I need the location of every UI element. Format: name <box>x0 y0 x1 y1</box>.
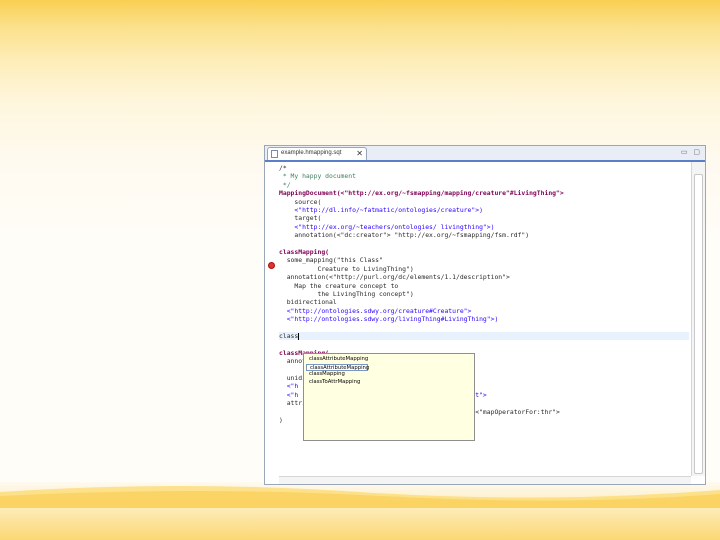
code-line-text: bidirectional <box>279 298 337 307</box>
code-line[interactable]: * My happy document <box>279 172 689 180</box>
scrollbar-thumb[interactable] <box>694 174 703 474</box>
code-line-text: * My happy document <box>279 172 356 181</box>
code-line-text: ) <box>279 416 283 424</box>
code-line-text: Map the creature concept to <box>279 281 399 290</box>
autocomplete-item[interactable]: classToAttrMapping <box>306 379 368 387</box>
window-controls[interactable]: ▭ ▢ <box>681 148 702 156</box>
file-icon <box>271 150 278 158</box>
vertical-scrollbar[interactable] <box>691 162 705 476</box>
autocomplete-item[interactable]: classAttributeMapping <box>306 356 368 364</box>
autocomplete-list: classAttributeMapping classAttributeMappi… <box>306 356 369 387</box>
code-line[interactable]: Creature to LivingThing") <box>279 265 689 273</box>
code-line[interactable]: <"http://ontologies.sdwy.org/creature#Cr… <box>279 307 689 315</box>
code-line-text: some_mapping("this Class" <box>279 256 383 265</box>
code-line-text: */ <box>279 180 291 189</box>
horizontal-scrollbar[interactable] <box>279 476 691 484</box>
code-line[interactable]: some_mapping("this Class" <box>279 256 689 264</box>
code-line[interactable]: Map the creature concept to <box>279 282 689 290</box>
code-line-text: Creature to LivingThing") <box>279 264 414 273</box>
code-line[interactable]: target( <box>279 214 689 222</box>
code-line-text: <"http://ontologies.sdwy.org/livingThing… <box>279 315 499 324</box>
code-line-text: /* <box>279 164 287 172</box>
editor-tab-bar: example.hmapping.sqt ✕ ▭ ▢ <box>265 146 705 162</box>
code-line[interactable]: <"http://dl.info/~fatmatic/ontologies/cr… <box>279 206 689 214</box>
autocomplete-item[interactable]: classMapping <box>306 371 368 379</box>
code-line-text: target( <box>279 214 322 223</box>
code-line[interactable]: MappingDocument(<"http://ex.org/~fsmappi… <box>279 189 689 197</box>
code-line[interactable]: class <box>279 332 689 340</box>
code-line[interactable]: */ <box>279 181 689 189</box>
tab-example-mapping[interactable]: example.hmapping.sqt ✕ <box>267 147 367 160</box>
code-line-text: <"http://dl.info/~fatmatic/ontologies/cr… <box>279 206 483 214</box>
tab-label: example.hmapping.sqt <box>281 150 342 156</box>
editor-gutter <box>265 162 279 484</box>
code-line[interactable]: bidirectional <box>279 298 689 306</box>
code-line[interactable]: classMapping( <box>279 248 689 256</box>
code-line[interactable]: source( <box>279 198 689 206</box>
code-line-text: annotation(<"http://purl.org/dc/elements… <box>279 273 510 282</box>
code-line[interactable] <box>279 240 689 248</box>
autocomplete-item[interactable]: classAttributeMapping <box>306 363 369 371</box>
code-line-text: <"http://ontologies.sdwy.org/creature#Cr… <box>279 306 472 315</box>
code-line-text: class <box>279 332 299 340</box>
code-line[interactable]: /* <box>279 164 689 172</box>
code-line-text: the LivingThing concept") <box>279 290 414 298</box>
code-line-text: <"http://ex.org/~teachers/ontologies/ li… <box>279 222 495 231</box>
text-caret <box>298 332 300 340</box>
code-line-text: annotation(<"dc:creator"> "http://ex.org… <box>279 231 530 240</box>
code-line[interactable] <box>279 324 689 332</box>
error-icon[interactable] <box>268 262 275 269</box>
code-line-text: classMapping( <box>279 248 330 256</box>
code-line[interactable]: the LivingThing concept") <box>279 290 689 298</box>
autocomplete-popup: classAttributeMapping classAttributeMappi… <box>303 353 475 441</box>
code-line[interactable]: <"http://ex.org/~teachers/ontologies/ li… <box>279 223 689 231</box>
code-line[interactable] <box>279 340 689 348</box>
code-line[interactable]: annotation(<"http://purl.org/dc/elements… <box>279 273 689 281</box>
code-line[interactable]: <"http://ontologies.sdwy.org/livingThing… <box>279 315 689 323</box>
code-line-text: MappingDocument(<"http://ex.org/~fsmappi… <box>279 189 564 198</box>
code-line[interactable]: annotation(<"dc:creator"> "http://ex.org… <box>279 231 689 239</box>
close-icon[interactable]: ✕ <box>356 148 363 159</box>
code-line-text: source( <box>279 197 322 206</box>
